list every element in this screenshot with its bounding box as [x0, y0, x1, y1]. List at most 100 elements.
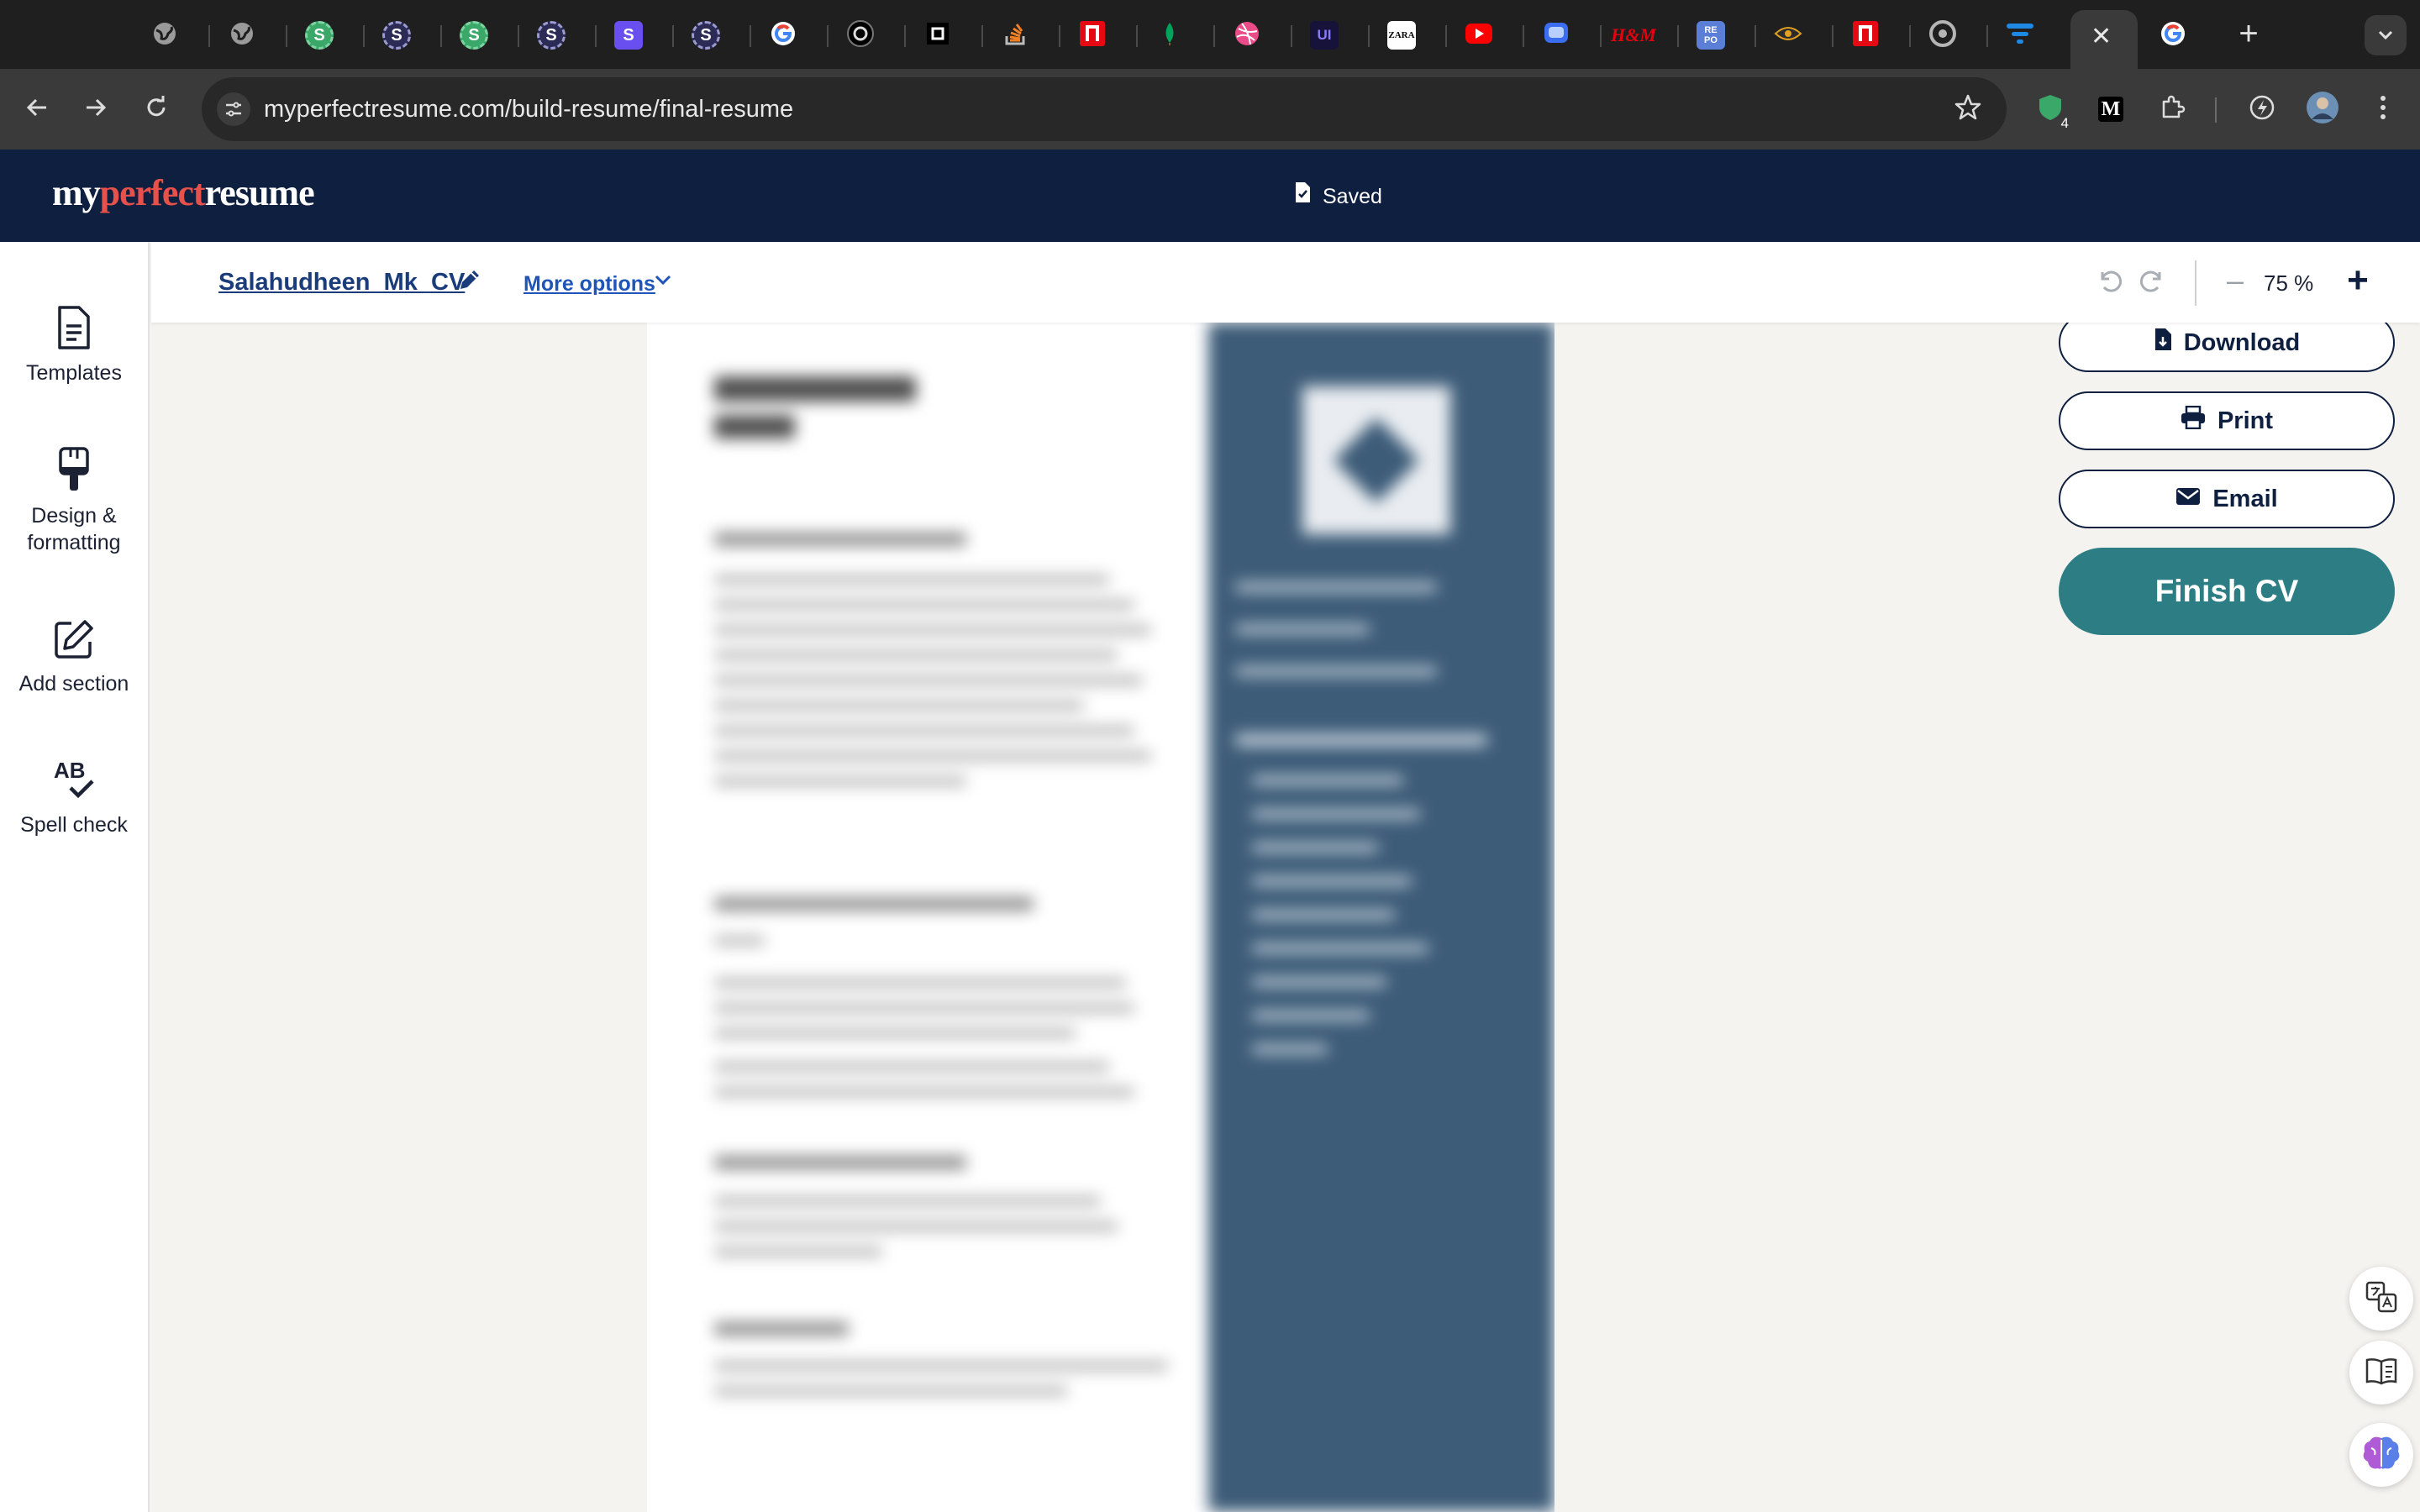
- speed-icon: [2248, 93, 2276, 126]
- profile-button[interactable]: [2301, 87, 2344, 131]
- zoom-out-button[interactable]: –: [2218, 264, 2252, 297]
- sidebar-item-templates[interactable]: Templates: [0, 306, 148, 386]
- spell-check-icon: AB: [0, 758, 148, 801]
- reload-button[interactable]: [134, 87, 178, 131]
- sidebar-item-spell-check[interactable]: AB Spell check: [0, 758, 148, 838]
- s-green-icon: S: [460, 21, 488, 50]
- s-dark-icon: S: [537, 21, 566, 50]
- translate-button[interactable]: [2349, 1267, 2413, 1331]
- arrow-right-icon: [83, 95, 108, 124]
- extensions-button[interactable]: [2151, 87, 2195, 131]
- close-tab-icon[interactable]: ✕: [2091, 22, 2112, 52]
- undo-icon[interactable]: [2094, 265, 2124, 300]
- more-options-link[interactable]: More options: [523, 270, 655, 297]
- tab-chat[interactable]: [1534, 13, 1578, 57]
- reload-icon: [144, 95, 169, 124]
- netflix-icon: [1079, 20, 1106, 51]
- shield-icon: 4: [2035, 92, 2072, 132]
- reader-mode-button[interactable]: [2349, 1341, 2413, 1404]
- zoom-in-button[interactable]: +: [2339, 262, 2376, 299]
- extension-shield[interactable]: 4: [2028, 87, 2072, 132]
- tab-google-2[interactable]: [2151, 13, 2195, 57]
- email-label: Email: [2212, 485, 2278, 512]
- tab-repo[interactable]: RE PO: [1689, 13, 1733, 57]
- tab-s-dark-2[interactable]: S: [529, 13, 573, 57]
- chat-icon: [1543, 20, 1570, 51]
- chrome-icon: [1929, 19, 1956, 51]
- logo-part-perfect: perfect: [99, 172, 206, 213]
- address-bar[interactable]: myperfectresume.com/build-resume/final-r…: [202, 77, 2007, 141]
- tab-netflix-2[interactable]: [1844, 13, 1887, 57]
- tab-google[interactable]: [761, 13, 805, 57]
- s-purple-icon: S: [614, 21, 643, 50]
- new-tab-button[interactable]: +: [2232, 13, 2265, 54]
- tab-zara[interactable]: ZARA: [1380, 13, 1423, 57]
- brain-icon: [2361, 1435, 2402, 1476]
- print-label: Print: [2217, 407, 2274, 434]
- tab-s-purple[interactable]: S: [607, 13, 650, 57]
- tab-s-green-2[interactable]: S: [452, 13, 496, 57]
- bookmark-star-icon[interactable]: [1953, 92, 1983, 127]
- active-tab[interactable]: ✕: [2070, 10, 2138, 69]
- save-status: Saved: [1294, 181, 1382, 211]
- tab-globe-1[interactable]: [143, 13, 187, 57]
- tab-s-green-1[interactable]: S: [297, 13, 341, 57]
- puzzle-icon: [2159, 93, 2187, 126]
- forward-button[interactable]: [74, 87, 118, 131]
- s-dark-icon: S: [692, 21, 720, 50]
- tab-square[interactable]: [916, 13, 960, 57]
- tab-search-button[interactable]: [2365, 15, 2407, 55]
- tab-ui[interactable]: UI: [1302, 13, 1346, 57]
- saved-label: Saved: [1323, 184, 1382, 208]
- resume-preview[interactable]: [647, 323, 1555, 1512]
- sidebar-item-label: Design & formatting: [27, 504, 121, 554]
- sidebar-item-label: Spell check: [20, 813, 128, 837]
- finish-cv-button[interactable]: Finish CV: [2059, 548, 2395, 635]
- url-text[interactable]: myperfectresume.com/build-resume/final-r…: [264, 94, 793, 124]
- tab-eye[interactable]: [1766, 13, 1810, 57]
- site-settings-icon[interactable]: [217, 92, 250, 126]
- document-name[interactable]: Salahudheen_Mk_CV: [218, 267, 465, 297]
- extension-medium[interactable]: M: [2089, 87, 2133, 131]
- tab-openai[interactable]: [839, 13, 882, 57]
- logo-part-my: my: [52, 172, 101, 213]
- redo-icon[interactable]: [2138, 265, 2168, 300]
- tab-leaf[interactable]: [1148, 13, 1192, 57]
- performance-button[interactable]: [2240, 87, 2284, 131]
- sidebar-item-add-section[interactable]: Add section: [0, 618, 148, 697]
- tab-s-dark-1[interactable]: S: [375, 13, 418, 57]
- logo-part-resume: resume: [204, 172, 315, 213]
- tab-dribbble[interactable]: [1225, 13, 1269, 57]
- site-logo[interactable]: myperfectresume: [52, 171, 315, 214]
- globe-icon: [229, 20, 255, 51]
- tab-netflix-1[interactable]: [1071, 13, 1114, 57]
- globe-icon: [151, 20, 178, 51]
- ai-brain-button[interactable]: [2349, 1423, 2413, 1487]
- translate-icon: [2365, 1280, 2398, 1318]
- sidebar-item-design[interactable]: Design & formatting: [0, 447, 148, 556]
- dribbble-icon: [1234, 20, 1260, 51]
- email-button[interactable]: Email: [2059, 470, 2395, 528]
- tab-globe-2[interactable]: [220, 13, 264, 57]
- tab-filter[interactable]: [1998, 13, 2042, 57]
- print-button[interactable]: Print: [2059, 391, 2395, 450]
- resume-preview-blurred-content: [647, 323, 1555, 1512]
- netflix-icon: [1852, 20, 1879, 51]
- zara-icon: ZARA: [1387, 21, 1416, 50]
- google-icon: [2159, 19, 2187, 52]
- avatar: [2306, 91, 2339, 129]
- browser-menu-button[interactable]: [2361, 87, 2405, 131]
- saved-document-icon: [1294, 181, 1311, 211]
- tab-youtube[interactable]: [1457, 13, 1501, 57]
- tab-chrome[interactable]: [1921, 13, 1965, 57]
- pencil-icon[interactable]: [457, 267, 482, 297]
- tab-s-dark-3[interactable]: S: [684, 13, 728, 57]
- back-button[interactable]: [15, 87, 59, 131]
- eye-icon: [1774, 25, 1802, 46]
- tab-hm[interactable]: H&M: [1611, 13, 1656, 57]
- chevron-down-icon[interactable]: [654, 274, 672, 290]
- chevron-down-icon: [2377, 24, 2394, 46]
- tab-stackoverflow[interactable]: [993, 13, 1037, 57]
- s-green-icon: S: [305, 21, 334, 50]
- printer-icon: [2181, 405, 2206, 436]
